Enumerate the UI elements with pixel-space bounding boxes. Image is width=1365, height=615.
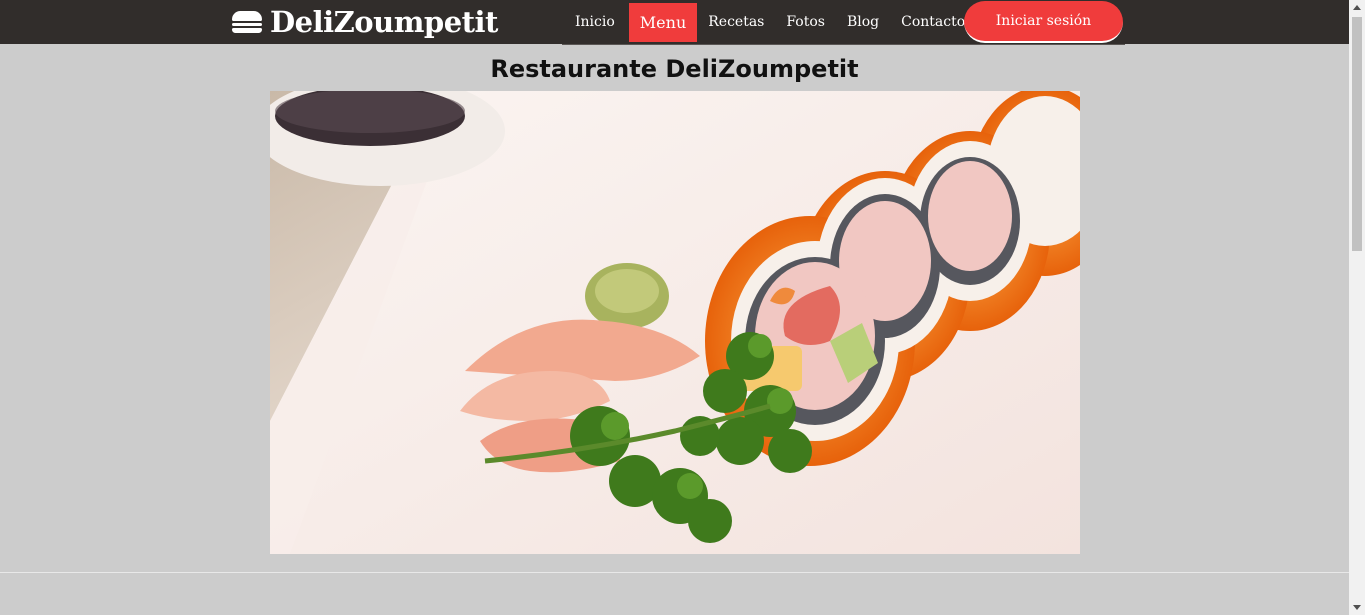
sushi-roll-photo — [270, 91, 1080, 554]
page-title: Restaurante DeliZoumpetit — [490, 55, 859, 83]
brand-name: DeliZoumpetit — [270, 5, 498, 39]
scroll-up-icon[interactable] — [1349, 0, 1365, 16]
nav-item-menu[interactable]: Menu — [628, 3, 698, 42]
nav-item-recetas[interactable]: Recetas — [697, 3, 775, 42]
nav-item-inicio[interactable]: Inicio — [562, 3, 629, 42]
nav-item-blog[interactable]: Blog — [836, 3, 890, 42]
login-button[interactable]: Iniciar sesión — [964, 1, 1123, 43]
hero-image — [270, 91, 1080, 554]
main-navigation: Inicio Menu Recetas Fotos Blog Contacto … — [562, 0, 1125, 45]
scroll-thumb[interactable] — [1352, 17, 1362, 251]
scroll-down-icon[interactable] — [1349, 599, 1365, 615]
section-divider — [0, 572, 1349, 573]
burger-icon — [232, 11, 262, 33]
brand-logo[interactable]: DeliZoumpetit — [232, 3, 498, 41]
page-scrollbar[interactable] — [1349, 0, 1365, 615]
nav-item-fotos[interactable]: Fotos — [775, 3, 836, 42]
